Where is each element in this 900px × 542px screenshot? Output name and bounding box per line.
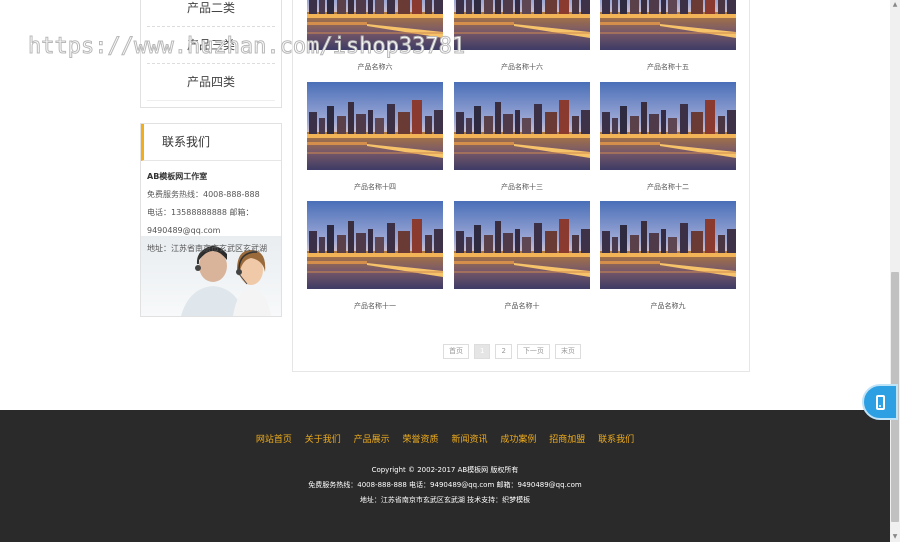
footer-nav-link[interactable]: 网站首页 [256, 435, 292, 445]
footer-nav-link[interactable]: 成功案例 [500, 435, 536, 445]
product-name[interactable]: 产品名称十四 [307, 182, 443, 192]
mobile-phone-icon [875, 394, 885, 410]
sidebar-category-item[interactable]: 产品四类 [147, 64, 275, 101]
product-name[interactable]: 产品名称十二 [600, 182, 736, 192]
footer-nav: 网站首页 关于我们 产品展示 荣誉资质 新闻资讯 成功案例 招商加盟 联系我们 [0, 432, 890, 445]
product-image[interactable] [600, 0, 736, 50]
footer-address: 地址：江苏省南京市玄武区玄武湖 技术支持：织梦模板 [359, 496, 531, 504]
product-card[interactable]: 产品名称九 [600, 201, 736, 311]
product-image[interactable] [600, 82, 736, 170]
company-name: AB模板网工作室 [147, 172, 208, 181]
pager-page-1[interactable]: 1 [474, 344, 491, 359]
product-card[interactable]: 产品名称十四 [307, 82, 443, 192]
contact-address: 地址：江苏省南京市玄武区玄武湖 [147, 244, 267, 253]
footer-nav-link[interactable]: 荣誉资质 [403, 435, 439, 445]
scroll-up-arrow-icon[interactable]: ▲ [890, 0, 900, 10]
product-name[interactable]: 产品名称十六 [454, 62, 590, 72]
scrollbar[interactable]: ▲ ▼ [890, 0, 900, 542]
contact-info: AB模板网工作室 免费服务热线：4008-888-888 电话：13588888… [141, 161, 281, 258]
product-name[interactable]: 产品名称六 [307, 62, 443, 72]
contact-panel: 联系我们 AB模板网工作室 免费服务热线：4008-888-888 电话：135… [140, 123, 282, 317]
product-image[interactable] [454, 0, 590, 50]
product-image[interactable] [600, 201, 736, 289]
pagination: 首页 1 2 下一页 末页 [443, 344, 581, 359]
footer-nav-link[interactable]: 联系我们 [598, 435, 634, 445]
sidebar-category-item[interactable]: 产品二类 [147, 0, 275, 27]
footer-nav-link[interactable]: 产品展示 [354, 435, 390, 445]
footer-contact: 免费服务热线：4008-888-888 电话：9490489@qq.com 邮箱… [308, 481, 582, 489]
pager-page-2[interactable]: 2 [495, 344, 512, 359]
contact-email: 9490489@qq.com [147, 226, 221, 235]
product-card[interactable]: 产品名称十五 [600, 0, 736, 72]
footer: 网站首页 关于我们 产品展示 荣誉资质 新闻资讯 成功案例 招商加盟 联系我们 … [0, 410, 890, 542]
scroll-down-arrow-icon[interactable]: ▼ [890, 532, 900, 542]
mobile-float-button[interactable] [862, 384, 898, 420]
watermark: https://www.huzhan.com/ishop33781 [27, 34, 466, 60]
product-card[interactable]: 产品名称十一 [307, 201, 443, 311]
product-card[interactable]: 产品名称十三 [454, 82, 590, 192]
footer-nav-link[interactable]: 关于我们 [305, 435, 341, 445]
footer-copyright: Copyright © 2002-2017 AB模板网 版权所有 [371, 466, 519, 474]
footer-nav-link[interactable]: 新闻资讯 [451, 435, 487, 445]
contact-title: 联系我们 [141, 124, 281, 161]
product-name[interactable]: 产品名称十一 [307, 301, 443, 311]
contact-phone-email: 电话：13588888888 邮箱： [147, 208, 254, 217]
pager-next[interactable]: 下一页 [516, 344, 550, 359]
pager-last[interactable]: 末页 [554, 344, 581, 359]
product-card[interactable]: 产品名称十 [454, 201, 590, 311]
product-image[interactable] [307, 82, 443, 170]
product-name[interactable]: 产品名称十五 [600, 62, 736, 72]
product-image[interactable] [454, 201, 590, 289]
footer-nav-link[interactable]: 招商加盟 [549, 435, 585, 445]
product-image[interactable] [454, 82, 590, 170]
product-name[interactable]: 产品名称九 [600, 301, 736, 311]
contact-hotline: 免费服务热线：4008-888-888 [147, 190, 260, 199]
pager-first[interactable]: 首页 [443, 344, 469, 359]
product-name[interactable]: 产品名称十三 [454, 182, 590, 192]
product-image[interactable] [307, 201, 443, 289]
product-name[interactable]: 产品名称十 [454, 301, 590, 311]
product-card[interactable]: 产品名称十二 [600, 82, 736, 192]
product-card[interactable]: 产品名称十六 [454, 0, 590, 72]
